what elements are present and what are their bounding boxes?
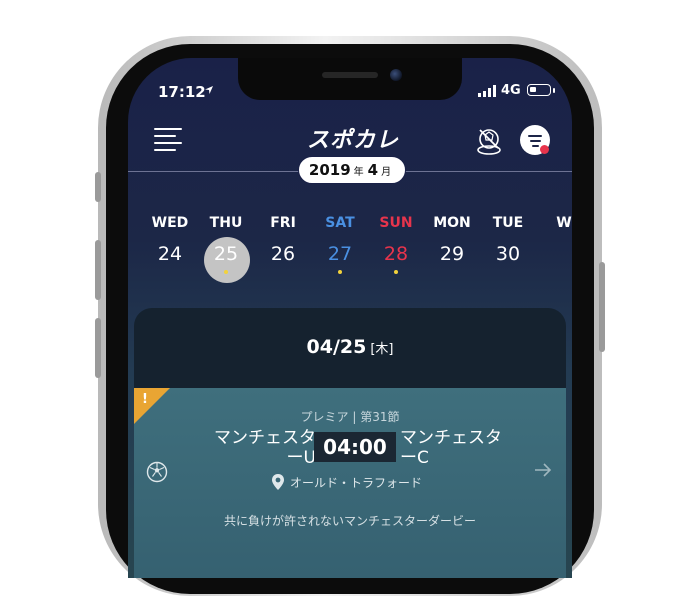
volume-down-button (95, 318, 101, 378)
day-thu-25[interactable]: THU 25 (198, 215, 254, 274)
year-value: 2019 (308, 161, 351, 179)
day-number: 29 (439, 243, 465, 265)
speaker-grille (322, 72, 378, 78)
day-of-week-label: W (556, 215, 572, 231)
event-dot (224, 270, 228, 274)
day-of-week-label: THU (209, 215, 243, 231)
battery-icon (527, 84, 551, 96)
day-number: 24 (157, 243, 183, 265)
day-wed-24[interactable]: WED 24 (142, 215, 198, 267)
location-arrow-icon (205, 86, 213, 94)
app-screen: 17:12 4G スポカレ 2019 年 4 月 WED 24 THU 25 FRI 26 SAT… (128, 58, 572, 578)
day-of-week-label: SUN (379, 215, 413, 231)
day-tue-30[interactable]: TUE 30 (480, 215, 536, 267)
signal-icon (478, 85, 496, 97)
day-number: 26 (270, 243, 296, 265)
kickoff-time: 04:00 (314, 432, 396, 462)
no-ball-icon[interactable] (474, 126, 504, 156)
status-time: 17:12 (158, 83, 206, 101)
day-of-week-label: FRI (270, 215, 296, 231)
away-team-line1: マンチェスタ (400, 428, 502, 448)
home-team: マンチェスタ ーU (186, 428, 316, 468)
selected-date: 04/25 (306, 336, 367, 358)
selected-weekday: [木] (370, 342, 394, 357)
day-of-week-label: WED (151, 215, 189, 231)
home-team-line1: マンチェスタ (214, 428, 316, 448)
hamburger-menu-icon[interactable] (154, 128, 182, 151)
day-sat-27[interactable]: SAT 27 (312, 215, 368, 274)
month-value: 4 (367, 161, 379, 179)
day-number: 27 (327, 243, 353, 265)
month-unit: 月 (381, 167, 392, 178)
away-team-line2: ーC (400, 448, 429, 468)
day-w[interactable]: W (536, 215, 572, 267)
home-team-line2: ーU (286, 448, 316, 468)
day-of-week-label: MON (433, 215, 471, 231)
event-dot (338, 270, 342, 274)
front-camera (390, 69, 402, 81)
notification-dot (540, 145, 549, 154)
day-sun-28[interactable]: SUN 28 (368, 215, 424, 274)
league-round: プレミア | 第31節 (300, 410, 400, 424)
mute-switch (95, 172, 101, 202)
network-type: 4G (501, 83, 521, 98)
venue-name: オールド・トラフォード (290, 476, 423, 490)
day-of-week-label: SAT (325, 215, 355, 231)
soccer-ball-icon (146, 461, 168, 483)
day-mon-29[interactable]: MON 29 (424, 215, 480, 267)
week-strip: WED 24 THU 25 FRI 26 SAT 27 SUN 28 MON 29 TUE 30 W (128, 215, 572, 285)
event-dot (394, 270, 398, 274)
app-logo: スポカレ (306, 128, 399, 153)
selected-date-header: 04/25 [木] (128, 336, 572, 358)
notch (238, 58, 462, 100)
badge-mark: ! (142, 392, 148, 407)
day-number: 30 (495, 243, 521, 265)
day-number: 28 (383, 243, 409, 265)
day-of-week-label: TUE (492, 215, 524, 231)
day-number (536, 241, 572, 267)
location-pin-icon (272, 474, 284, 490)
month-selector[interactable]: 2019 年 4 月 (298, 156, 406, 184)
volume-up-button (95, 240, 101, 300)
year-unit: 年 (353, 167, 364, 178)
battery-tip (553, 88, 555, 93)
away-team: マンチェスタ ーC (400, 428, 530, 468)
power-button (599, 262, 605, 352)
day-fri-26[interactable]: FRI 26 (255, 215, 311, 267)
match-description: 共に負けが許されないマンチェスターダービー (223, 514, 476, 528)
arrow-right-icon[interactable] (533, 462, 553, 478)
day-number: 25 (213, 243, 239, 265)
